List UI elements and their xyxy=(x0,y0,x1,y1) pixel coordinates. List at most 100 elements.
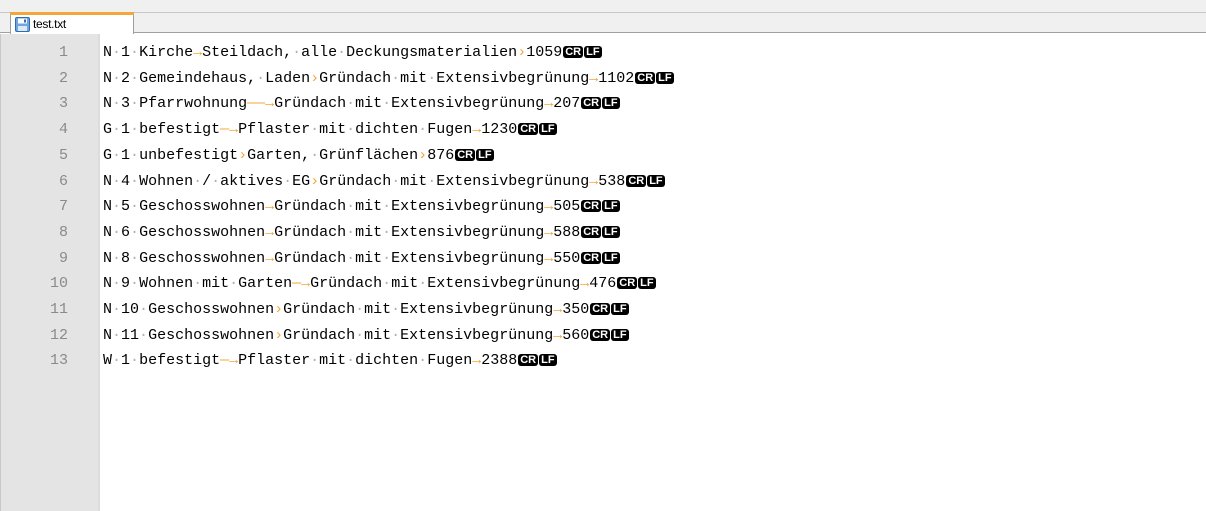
tab-marker: › xyxy=(274,301,284,318)
text-token: Wohnen xyxy=(139,275,194,293)
text-token: 1230 xyxy=(481,121,518,139)
text-token: Steildach, xyxy=(202,44,293,61)
text-token: N xyxy=(103,198,113,216)
text-token: N xyxy=(103,95,113,113)
text-token: mit xyxy=(355,249,383,267)
space-marker: · xyxy=(418,121,428,139)
tab-bar-border xyxy=(0,12,1206,13)
text-token: 4 xyxy=(121,172,131,190)
tab-bar: test.txt xyxy=(0,0,1206,34)
text-token: Geschosswohnen xyxy=(148,301,275,318)
text-token: Gründach xyxy=(283,326,356,344)
text-line[interactable]: 7 N·5·Geschosswohnen→Gründach·mit·Extensi… xyxy=(0,194,1206,219)
text-token: 1059 xyxy=(526,44,563,61)
text-line[interactable]: 3 N·3·Pfarrwohnung——→Gründach·mit·Extensi… xyxy=(0,91,1206,116)
space-marker: · xyxy=(130,352,140,370)
line-content: N·8·Geschosswohnen→Gründach·mit·Extensiv… xyxy=(103,246,620,271)
tab-marker: —→ xyxy=(220,352,239,370)
space-marker: · xyxy=(256,69,266,87)
text-token: N xyxy=(103,301,113,318)
text-token: 505 xyxy=(553,198,581,216)
text-token: 560 xyxy=(562,326,590,344)
text-line[interactable]: 13 W·1·befestigt—→Pflaster·mit·dichten·Fu… xyxy=(0,348,1206,373)
line-content: N·5·Geschosswohnen→Gründach·mit·Extensiv… xyxy=(103,194,620,219)
text-token: 1 xyxy=(121,44,131,61)
line-number: 5 xyxy=(58,146,68,164)
text-token: befestigt xyxy=(139,352,221,370)
space-marker: · xyxy=(418,275,428,293)
line-number: 12 xyxy=(49,326,68,344)
tab-marker: › xyxy=(310,69,320,87)
cr-marker: CR xyxy=(563,46,584,58)
space-marker: · xyxy=(346,121,356,139)
text-token: 588 xyxy=(553,223,581,241)
text-token: N xyxy=(103,44,113,61)
line-number: 6 xyxy=(58,172,68,190)
text-line[interactable]: 5 G·1·unbefestigt›Garten,·Grünflächen›876… xyxy=(0,143,1206,168)
space-marker: · xyxy=(283,172,293,190)
text-token: alle xyxy=(301,44,338,61)
tab-marker: → xyxy=(589,69,599,87)
text-token: Pfarrwohnung xyxy=(139,95,248,113)
text-token: 5 xyxy=(121,198,131,216)
cr-marker: CR xyxy=(581,225,602,238)
tab-test-txt[interactable]: test.txt xyxy=(10,12,134,34)
text-token: Fugen xyxy=(427,121,473,139)
text-token: Extensivbegrünung xyxy=(436,172,590,190)
text-token: Geschosswohnen xyxy=(139,249,266,267)
space-marker: · xyxy=(130,44,140,61)
space-marker: · xyxy=(112,223,122,241)
lf-marker: LF xyxy=(539,354,557,367)
text-token: mit xyxy=(364,301,392,318)
text-token: Garten, xyxy=(247,146,311,164)
text-line[interactable]: 9 N·8·Geschosswohnen→Gründach·mit·Extensi… xyxy=(0,246,1206,271)
line-content: W·1·befestigt—→Pflaster·mit·dichten·Fuge… xyxy=(103,348,557,373)
line-number: 7 xyxy=(58,198,68,216)
tab-marker: → xyxy=(193,44,203,61)
cr-marker: CR xyxy=(617,277,638,290)
text-token: befestigt xyxy=(139,121,221,139)
lf-marker: LF xyxy=(611,303,629,315)
space-marker: · xyxy=(355,301,365,318)
tab-marker: —→ xyxy=(292,275,311,293)
text-token: 550 xyxy=(553,249,581,267)
text-line[interactable]: 8 N·6·Geschosswohnen→Gründach·mit·Extensi… xyxy=(0,220,1206,245)
text-line[interactable]: 11 N·10·Geschosswohnen›Gründach·mit·Exten… xyxy=(0,297,1206,322)
space-marker: · xyxy=(346,223,356,241)
text-line[interactable]: 2 N·2·Gemeindehaus,·Laden›Gründach·mit·Ex… xyxy=(0,66,1206,91)
text-line[interactable]: 10 N·9·Wohnen·mit·Garten—→Gründach·mit·Ex… xyxy=(0,271,1206,296)
text-token: Geschosswohnen xyxy=(139,198,266,216)
text-token: Grünflächen xyxy=(319,146,419,164)
text-token: Gründach xyxy=(319,69,392,87)
tab-marker: → xyxy=(265,249,275,267)
space-marker: · xyxy=(112,352,122,370)
text-line[interactable]: 6 N·4·Wohnen·/·aktives·EG›Gründach·mit·Ex… xyxy=(0,169,1206,194)
text-line[interactable]: 4 G·1·befestigt—→Pflaster·mit·dichten·Fug… xyxy=(0,117,1206,142)
space-marker: · xyxy=(382,95,392,113)
space-marker: · xyxy=(112,326,122,344)
text-token: mit xyxy=(355,223,383,241)
text-line[interactable]: 12 N·11·Geschosswohnen›Gründach·mit·Exten… xyxy=(0,323,1206,348)
text-token: 1 xyxy=(121,146,131,164)
text-token: 1102 xyxy=(598,69,635,87)
text-token: mit xyxy=(355,95,383,113)
text-token: Gründach xyxy=(319,172,392,190)
text-token: 476 xyxy=(589,275,617,293)
text-line[interactable]: 1 N·1·Kirche→Steildach,·alle·Deckungsmate… xyxy=(0,40,1206,65)
text-token: Gründach xyxy=(274,95,347,113)
space-marker: · xyxy=(130,223,140,241)
text-token: 3 xyxy=(121,95,131,113)
line-content: G·1·unbefestigt›Garten,·Grünflächen›876 C… xyxy=(103,143,494,168)
editor-area[interactable]: 1 N·1·Kirche→Steildach,·alle·Deckungsmate… xyxy=(0,34,1206,511)
tab-marker: › xyxy=(310,172,320,190)
space-marker: · xyxy=(229,275,239,293)
text-token: Kirche xyxy=(139,44,194,61)
tab-marker: → xyxy=(553,326,563,344)
text-token: mit xyxy=(355,198,383,216)
space-marker: · xyxy=(382,223,392,241)
text-token: EG xyxy=(292,172,311,190)
space-marker: · xyxy=(130,69,140,87)
space-marker: · xyxy=(112,44,122,61)
space-marker: · xyxy=(112,172,122,190)
line-content: N·3·Pfarrwohnung——→Gründach·mit·Extensiv… xyxy=(103,91,620,116)
